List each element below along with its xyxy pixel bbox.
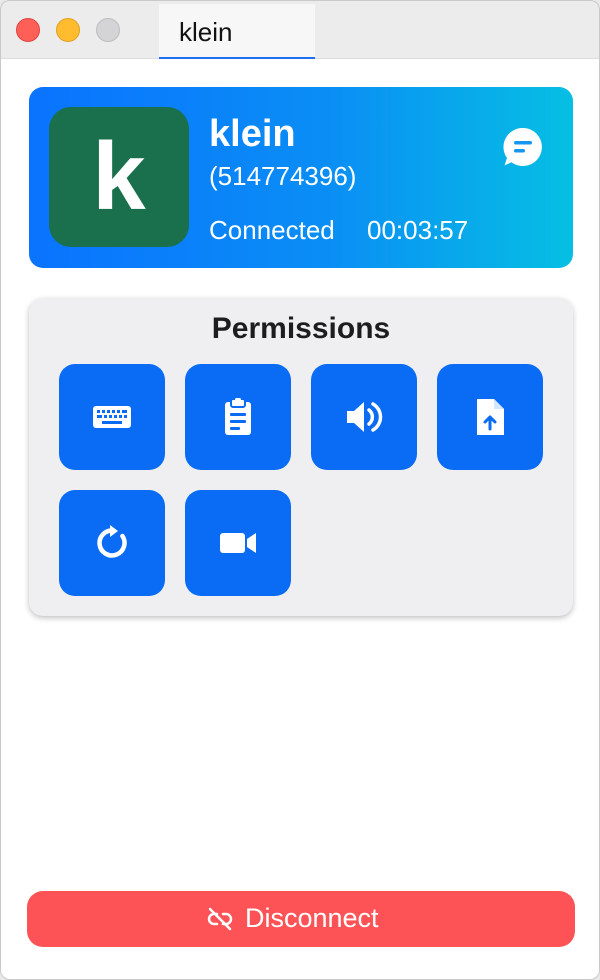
close-window-button[interactable] [16, 18, 40, 42]
peer-id: (514774396) [209, 161, 357, 191]
app-window: klein k klein (514774396) Connected 00:0… [0, 0, 600, 980]
recording-permission-button[interactable] [185, 490, 291, 596]
restart-icon [97, 525, 127, 558]
chat-button[interactable] [501, 125, 545, 169]
title-bar: klein [1, 1, 599, 59]
file-upload-icon [477, 399, 504, 435]
video-camera-icon [220, 533, 256, 553]
file-transfer-permission-button[interactable] [437, 364, 543, 470]
chat-icon [503, 127, 542, 166]
permissions-title: Permissions [211, 312, 391, 345]
minimize-window-button[interactable] [56, 18, 80, 42]
unlink-icon [207, 907, 233, 931]
clipboard-permission-button[interactable] [185, 364, 291, 470]
connection-status: Connected [209, 215, 335, 245]
zoom-window-button[interactable] [96, 18, 120, 42]
clipboard-icon [225, 398, 251, 435]
disconnect-label: Disconnect [245, 903, 379, 933]
restart-permission-button[interactable] [59, 490, 165, 596]
tab-label: klein [179, 17, 233, 47]
keyboard-permission-button[interactable] [59, 364, 165, 470]
disconnect-button[interactable]: Disconnect [27, 891, 575, 947]
audio-permission-button[interactable] [311, 364, 417, 470]
connection-card: k klein (514774396) Connected 00:03:57 [29, 87, 573, 268]
connection-timer: 00:03:57 [367, 215, 469, 245]
tab-klein[interactable]: klein [159, 4, 315, 59]
avatar: k [49, 107, 189, 247]
permissions-panel: Permissions [29, 298, 573, 616]
speaker-icon [347, 402, 383, 432]
peer-name: klein [209, 113, 296, 155]
keyboard-icon [93, 406, 131, 428]
